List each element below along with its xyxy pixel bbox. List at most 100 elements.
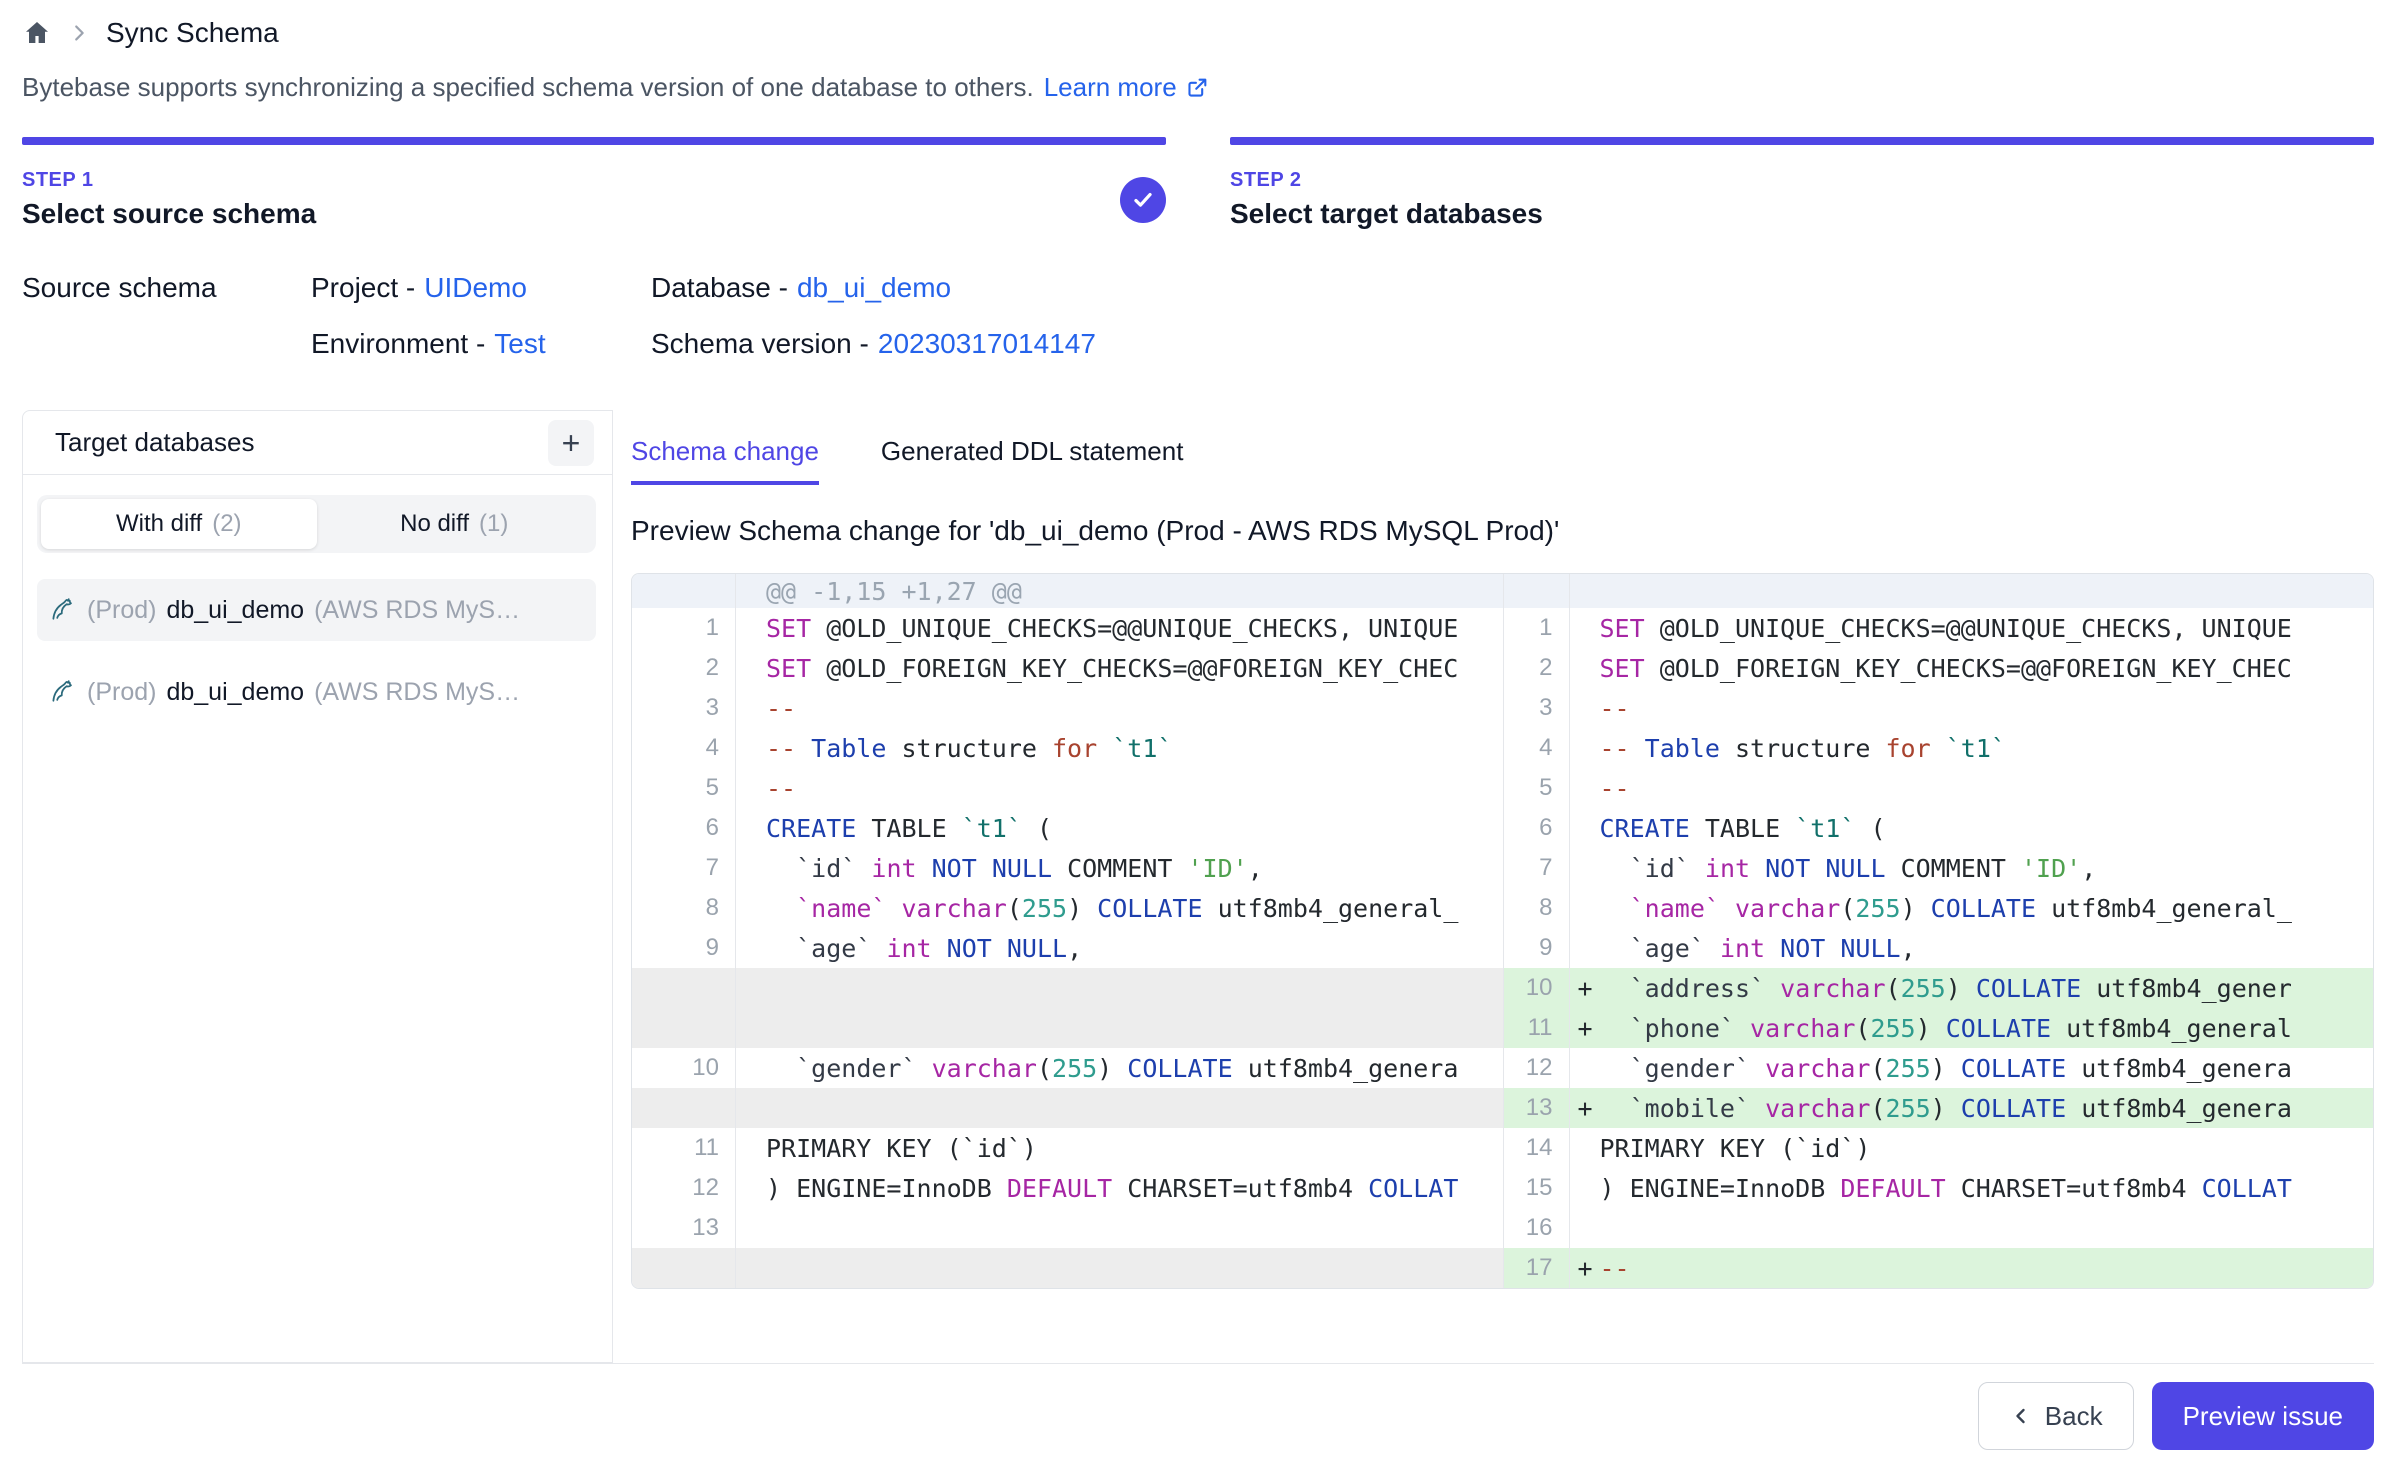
mysql-dolphin-icon (49, 677, 79, 707)
diff-context-row: 7 `id` int NOT NULL COMMENT 'ID', (1504, 848, 2374, 888)
tab-with-diff[interactable]: With diff (2) (41, 499, 317, 549)
database-instance: (AWS RDS MyS… (314, 678, 584, 707)
line-number: 8 (1504, 888, 1570, 928)
diff-context-row: 8 `name` varchar(255) COLLATE utf8mb4_ge… (632, 888, 1503, 928)
tab-with-diff-label: With diff (116, 510, 202, 538)
preview-issue-button[interactable]: Preview issue (2152, 1382, 2374, 1450)
back-button[interactable]: Back (1978, 1382, 2134, 1450)
code-line: SET @OLD_UNIQUE_CHECKS=@@UNIQUE_CHECKS, … (766, 614, 1503, 643)
line-number: 5 (632, 768, 736, 808)
preview-tabs: Schema change Generated DDL statement (631, 436, 2374, 485)
database-field-label: Database - (651, 272, 788, 304)
diff-pane-right: 1SET @OLD_UNIQUE_CHECKS=@@UNIQUE_CHECKS,… (1503, 574, 2374, 1288)
database-item-1[interactable]: (Prod) db_ui_demo (AWS RDS MyS… (37, 579, 596, 641)
code-line: PRIMARY KEY (`id`) (766, 1134, 1503, 1163)
line-number: 13 (632, 1208, 736, 1248)
external-link-icon (1185, 75, 1210, 100)
diff-added-row: 10+ `address` varchar(255) COLLATE utf8m… (1504, 968, 2374, 1008)
diff-added-row: 13+ `mobile` varchar(255) COLLATE utf8mb… (1504, 1088, 2374, 1128)
source-schema-summary: Source schema Project - UIDemo Database … (22, 272, 2374, 360)
diff-context-row: 3-- (632, 688, 1503, 728)
step-2: STEP 2 Select target databases (1230, 137, 2374, 230)
line-number: 6 (632, 808, 736, 848)
database-list: (Prod) db_ui_demo (AWS RDS MyS… (Prod) d… (23, 579, 612, 723)
code-line: -- (1600, 694, 2374, 723)
diff-marker: + (1570, 1254, 1600, 1283)
code-line: `phone` varchar(255) COLLATE utf8mb4_gen… (1600, 1014, 2374, 1043)
add-database-button[interactable]: + (548, 420, 594, 466)
line-number: 10 (1504, 968, 1570, 1008)
diff-context-row: 12 ) ENGINE=InnoDB DEFAULT CHARSET=utf8mb… (632, 1168, 1503, 1208)
tab-no-diff-count: (1) (479, 510, 508, 538)
target-databases-panel: Target databases + With diff (2) No diff… (22, 410, 613, 1363)
line-number: 13 (1504, 1088, 1570, 1128)
code-line: `address` varchar(255) COLLATE utf8mb4_g… (1600, 974, 2374, 1003)
line-number: 4 (1504, 728, 1570, 768)
tab-generated-ddl[interactable]: Generated DDL statement (881, 436, 1184, 485)
code-line: ) ENGINE=InnoDB DEFAULT CHARSET=utf8mb4 … (766, 1174, 1503, 1203)
step-1: STEP 1 Select source schema (22, 137, 1166, 230)
diff-context-row: 1SET @OLD_UNIQUE_CHECKS=@@UNIQUE_CHECKS,… (632, 608, 1503, 648)
code-line: PRIMARY KEY (`id`) (1600, 1134, 2374, 1163)
diff-pane-left: @@ -1,15 +1,27 @@1SET @OLD_UNIQUE_CHECKS… (632, 574, 1503, 1288)
learn-more-link[interactable]: Learn more (1044, 72, 1210, 103)
database-link[interactable]: db_ui_demo (797, 272, 951, 304)
line-number: 15 (1504, 1168, 1570, 1208)
environment-link[interactable]: Test (494, 328, 545, 360)
diff-hunk-header: @@ -1,15 +1,27 @@ (632, 574, 1503, 608)
diff-marker: + (1570, 974, 1600, 1003)
diff-context-row: 6CREATE TABLE `t1` ( (1504, 808, 2374, 848)
sync-schema-page: Sync Schema Bytebase supports synchroniz… (0, 0, 2396, 1480)
line-number: 9 (1504, 928, 1570, 968)
home-icon[interactable] (22, 18, 52, 48)
back-button-label: Back (2045, 1401, 2103, 1432)
diff-context-row: 10 `gender` varchar(255) COLLATE utf8mb4… (632, 1048, 1503, 1088)
diff-context-row: 9 `age` int NOT NULL, (632, 928, 1503, 968)
chevron-left-icon (2009, 1404, 2033, 1428)
step-2-label: STEP 2 (1230, 169, 1543, 192)
diff-filler-row (632, 1008, 1503, 1048)
line-number: 7 (632, 848, 736, 888)
diff-marker: + (1570, 1014, 1600, 1043)
line-number: 12 (632, 1168, 736, 1208)
database-instance: (AWS RDS MyS… (314, 596, 584, 625)
schema-diff-viewer: @@ -1,15 +1,27 @@1SET @OLD_UNIQUE_CHECKS… (631, 573, 2374, 1289)
line-number: 10 (632, 1048, 736, 1088)
line-number: 2 (632, 648, 736, 688)
learn-more-label: Learn more (1044, 72, 1177, 103)
source-schema-label: Source schema (22, 272, 311, 304)
page-title: Sync Schema (106, 17, 279, 49)
database-item-2[interactable]: (Prod) db_ui_demo (AWS RDS MyS… (37, 661, 596, 723)
database-env: (Prod) (87, 678, 156, 707)
diff-filter-segmented-control: With diff (2) No diff (1) (37, 495, 596, 553)
line-number: 12 (1504, 1048, 1570, 1088)
code-line: `age` int NOT NULL, (1600, 934, 2374, 963)
breadcrumb: Sync Schema (22, 14, 2374, 52)
database-name: db_ui_demo (166, 678, 304, 707)
code-line: SET @OLD_FOREIGN_KEY_CHECKS=@@FOREIGN_KE… (766, 654, 1503, 683)
database-name: db_ui_demo (166, 596, 304, 625)
diff-context-row: 14 PRIMARY KEY (`id`) (1504, 1128, 2374, 1168)
tab-no-diff-label: No diff (400, 510, 469, 538)
line-number: 4 (632, 728, 736, 768)
mysql-dolphin-icon (49, 595, 79, 625)
preview-region: Schema change Generated DDL statement Pr… (613, 410, 2374, 1363)
schema-version-link[interactable]: 20230317014147 (878, 328, 1096, 360)
line-number: 14 (1504, 1128, 1570, 1168)
diff-context-row: 2SET @OLD_FOREIGN_KEY_CHECKS=@@FOREIGN_K… (1504, 648, 2374, 688)
line-number: 11 (1504, 1008, 1570, 1048)
code-line: `age` int NOT NULL, (766, 934, 1503, 963)
diff-context-row: 16 (1504, 1208, 2374, 1248)
code-line: -- Table structure for `t1` (1600, 734, 2374, 763)
diff-context-row: 15) ENGINE=InnoDB DEFAULT CHARSET=utf8mb… (1504, 1168, 2374, 1208)
footer-actions: Back Preview issue (22, 1382, 2374, 1450)
diff-context-row: 4-- Table structure for `t1` (632, 728, 1503, 768)
project-link[interactable]: UIDemo (424, 272, 527, 304)
step-1-label: STEP 1 (22, 169, 316, 192)
step-1-title: Select source schema (22, 198, 316, 230)
code-line: -- (766, 774, 1503, 803)
diff-hunk-header (1504, 574, 2374, 608)
tab-no-diff[interactable]: No diff (1) (317, 499, 593, 549)
tab-schema-change[interactable]: Schema change (631, 436, 819, 485)
code-line: CREATE TABLE `t1` ( (766, 814, 1503, 843)
